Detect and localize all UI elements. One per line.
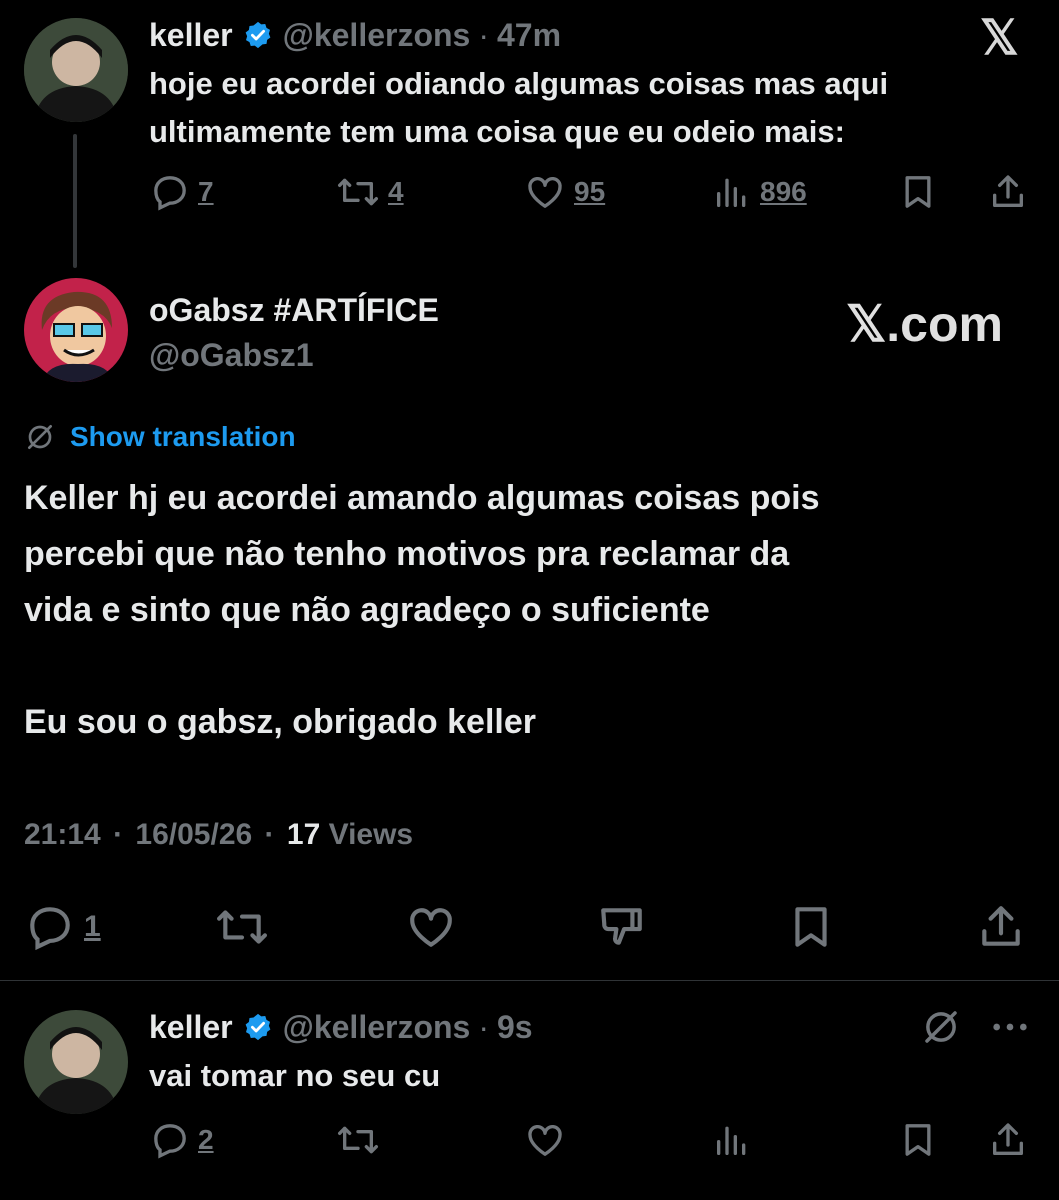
tweet-text-line: vida e sinto que não agradeço o suficien… [24, 591, 710, 629]
like-button[interactable]: 95 [524, 172, 605, 212]
reply-button[interactable]: 7 [150, 172, 214, 212]
tweet-meta: 21:14 · 16/05/26 · 17 Views [24, 818, 413, 852]
reply-count: 1 [84, 910, 101, 943]
avatar[interactable] [24, 278, 128, 382]
x-com-watermark: 𝕏.com [846, 296, 1003, 352]
views-count[interactable]: 17 [287, 818, 320, 851]
share-icon [993, 175, 1023, 207]
more-options-button[interactable] [990, 1012, 1030, 1042]
translate-off-button[interactable] [920, 1006, 962, 1048]
tweet-text-line: hoje eu acordei odiando algumas coisas m… [149, 66, 889, 101]
separator: · [478, 1008, 489, 1045]
show-translation-link[interactable]: Show translation [24, 418, 296, 456]
more-icon [993, 1023, 1027, 1031]
tweet-header: keller @kellerzons · 9s [149, 1006, 533, 1048]
retweet-button[interactable]: 4 [336, 172, 404, 212]
divider [0, 980, 1059, 981]
views-icon [717, 178, 746, 207]
views-button[interactable]: 896 [712, 172, 807, 212]
translate-off-icon [28, 425, 52, 449]
post-date[interactable]: 16/05/26 [135, 818, 252, 851]
bookmark-button[interactable] [898, 172, 938, 212]
views-icon [717, 1126, 746, 1155]
like-count: 95 [574, 176, 606, 207]
separator: · [478, 16, 489, 53]
reply-count: 7 [198, 176, 214, 207]
handle[interactable]: @oGabsz1 [149, 337, 314, 374]
translate-off-icon [925, 1011, 957, 1043]
display-name[interactable]: oGabsz #ARTÍFICE [149, 292, 439, 329]
heart-icon [410, 908, 452, 947]
share-icon [993, 1123, 1023, 1155]
display-name[interactable]: keller [149, 1009, 233, 1046]
timestamp[interactable]: 9s [497, 1009, 533, 1046]
tweet-text: vai tomar no seu cu [149, 1058, 441, 1093]
verified-badge-icon [243, 1012, 273, 1042]
tweet-header: keller @kellerzons · 47m [149, 14, 561, 56]
like-button[interactable] [524, 1120, 566, 1160]
bookmark-icon [905, 1124, 931, 1156]
reply-count: 2 [198, 1124, 214, 1155]
bookmark-button[interactable] [898, 1120, 938, 1160]
heart-icon [528, 176, 562, 208]
tweet-text-line: ultimamente tem uma coisa que eu odeio m… [149, 114, 845, 149]
tweet-text: hoje eu acordei odiando algumas coisas m… [149, 60, 888, 156]
thumbs-down-icon [601, 908, 642, 945]
reply-button[interactable]: 2 [150, 1120, 214, 1160]
reply-icon [30, 907, 70, 951]
like-button[interactable] [404, 902, 458, 952]
avatar[interactable] [24, 1010, 128, 1114]
show-translation-label: Show translation [70, 421, 296, 452]
bookmark-icon [905, 176, 931, 208]
retweet-button[interactable] [214, 902, 270, 952]
bookmark-icon [795, 907, 827, 947]
reply-button[interactable]: 1 [24, 902, 101, 952]
retweet-icon [337, 178, 378, 206]
bookmark-button[interactable] [786, 902, 836, 952]
tweet-text-line: percebi que não tenho motivos pra reclam… [24, 535, 790, 573]
share-button[interactable] [988, 172, 1028, 212]
share-button[interactable] [976, 902, 1026, 952]
timestamp[interactable]: 47m [497, 17, 561, 54]
tweet-text-line: Eu sou o gabsz, obrigado keller [24, 703, 536, 741]
reply-icon [154, 176, 186, 211]
tweet-text: Keller hj eu acordei amando algumas cois… [24, 470, 820, 750]
separator: · [113, 818, 124, 851]
verified-badge-icon [243, 20, 273, 50]
share-button[interactable] [988, 1120, 1028, 1160]
x-logo-icon: 𝕏 [980, 12, 1019, 65]
views-button[interactable] [712, 1120, 752, 1160]
post-time[interactable]: 21:14 [24, 818, 101, 851]
tweet-text-line: Keller hj eu acordei amando algumas cois… [24, 479, 820, 517]
views-count: 896 [760, 176, 807, 207]
heart-icon [528, 1124, 562, 1156]
separator: · [264, 818, 275, 851]
handle[interactable]: @kellerzons [283, 1009, 471, 1046]
views-label: Views [328, 818, 414, 851]
retweet-button[interactable] [336, 1120, 380, 1160]
retweet-icon [337, 1126, 378, 1154]
avatar[interactable] [24, 18, 128, 122]
dislike-button[interactable] [596, 902, 648, 952]
share-icon [982, 906, 1020, 946]
reply-icon [154, 1124, 186, 1159]
retweet-icon [216, 910, 267, 944]
handle[interactable]: @kellerzons [283, 17, 471, 54]
retweet-count: 4 [388, 176, 404, 207]
display-name[interactable]: keller [149, 17, 233, 54]
thread-line [73, 134, 77, 268]
